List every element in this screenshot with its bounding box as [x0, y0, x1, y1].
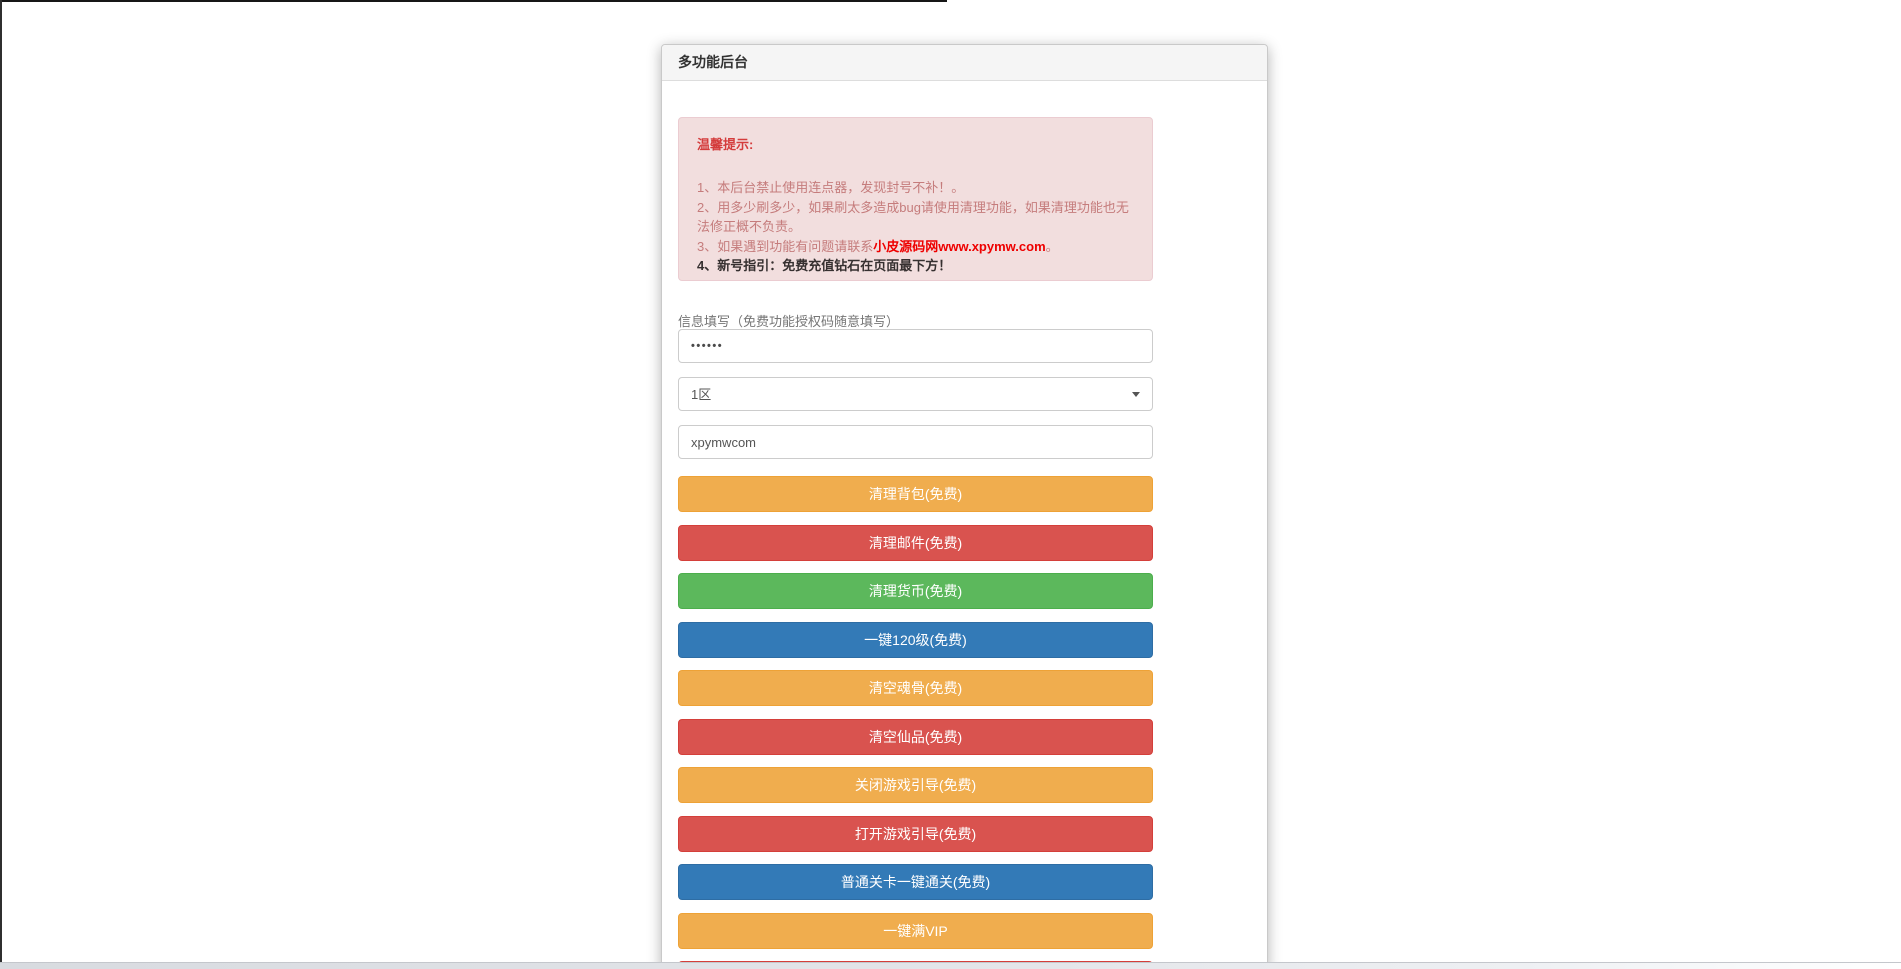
- password-input[interactable]: [678, 329, 1153, 363]
- action-button-9[interactable]: 普通关卡一键通关(免费): [678, 864, 1153, 900]
- notice-line: 1、本后台禁止使用连点器，发现封号不补！。: [697, 178, 1134, 198]
- auth-code-input[interactable]: [678, 425, 1153, 459]
- action-button-3[interactable]: 清理货币(免费): [678, 573, 1153, 609]
- xpymw-link: 小皮源码网www.xpymw.com: [873, 238, 1046, 254]
- panel-title: 多功能后台: [678, 54, 748, 70]
- admin-panel: 多功能后台 温馨提示: 1、本后台禁止使用连点器，发现封号不补！。 2、用多少刷多…: [661, 44, 1268, 969]
- form-section-label: 信息填写（免费功能授权码随意填写）: [678, 314, 900, 329]
- notice-line: 4、新号指引：免费充值钻石在页面最下方！: [697, 256, 1134, 276]
- action-button-7[interactable]: 关闭游戏引导(免费): [678, 767, 1153, 803]
- notice-lines: 1、本后台禁止使用连点器，发现封号不补！。 2、用多少刷多少，如果刷太多造成bug…: [697, 178, 1134, 276]
- action-button-1[interactable]: 清理背包(免费): [678, 476, 1153, 512]
- action-button-10[interactable]: 一键满VIP: [678, 912, 1153, 949]
- notice-text: 3、如果遇到功能有问题请联系: [697, 238, 874, 254]
- server-select-wrap: 1区: [678, 377, 1153, 411]
- notice-text: 1、本后台禁止使用连点器，发现封号不补！。: [697, 180, 965, 195]
- notice-text: 。: [1045, 238, 1059, 254]
- action-button-list: 清理背包(免费) 清理邮件(免费) 清理货币(免费) 一键120级(免费) 清空魂骨(免…: [678, 476, 1153, 968]
- action-button-4[interactable]: 一键120级(免费): [678, 621, 1153, 658]
- action-button-2[interactable]: 清理邮件(免费): [678, 524, 1153, 561]
- horizontal-scrollbar[interactable]: [0, 962, 1901, 969]
- action-button-8[interactable]: 打开游戏引导(免费): [678, 815, 1153, 852]
- server-select[interactable]: 1区: [678, 377, 1153, 411]
- action-button-5[interactable]: 清空魂骨(免费): [678, 670, 1153, 706]
- notice-title: 温馨提示:: [697, 137, 754, 152]
- top-border-line: [0, 0, 947, 2]
- notice-line: 3、如果遇到功能有问题请联系小皮源码网www.xpymw.com。: [697, 237, 1134, 257]
- left-border-line: [0, 0, 2, 962]
- notice-line: 2、用多少刷多少，如果刷太多造成bug请使用清理功能，如果清理功能也无法修正概不…: [697, 198, 1134, 237]
- notice-text: 2、用多少刷多少，如果刷太多造成bug请使用清理功能，如果清理功能也无法修正概不…: [697, 199, 1129, 235]
- panel-header: 多功能后台: [662, 45, 1267, 81]
- notice-box: 温馨提示: 1、本后台禁止使用连点器，发现封号不补！。 2、用多少刷多少，如果刷太…: [678, 117, 1153, 281]
- action-button-6[interactable]: 清空仙品(免费): [678, 718, 1153, 755]
- notice-text: 4、新号指引：免费充值钻石在页面最下方！: [697, 258, 952, 273]
